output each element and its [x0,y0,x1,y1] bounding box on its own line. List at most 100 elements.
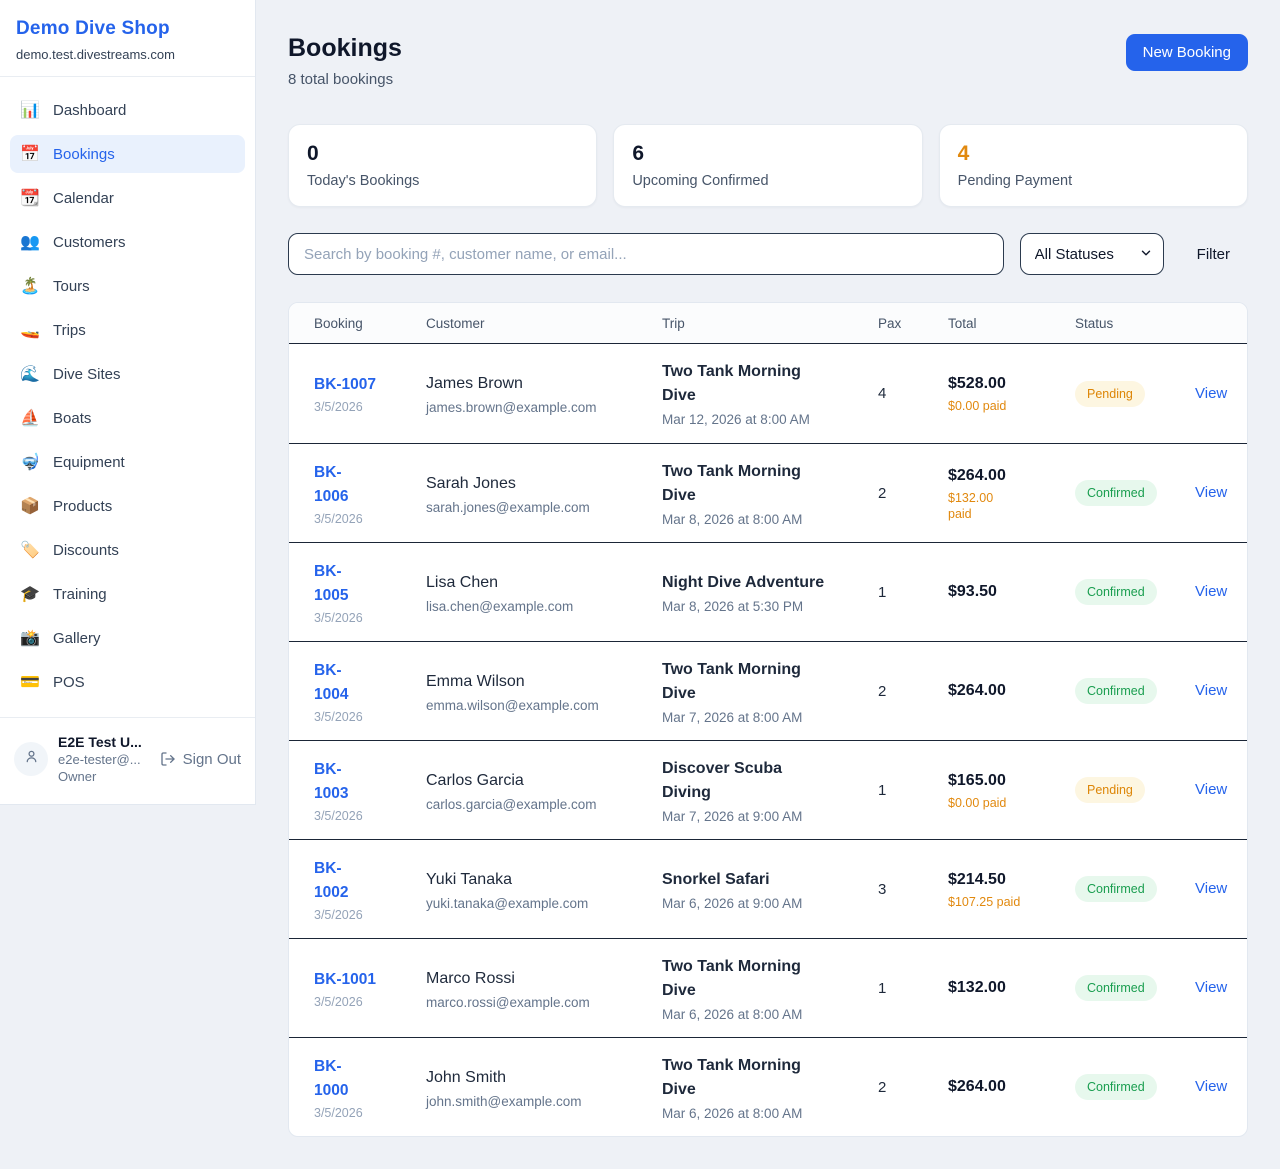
sidebar-item-products[interactable]: 📦Products [10,487,245,525]
sidebar-item-label: Trips [53,322,86,339]
total-amount: $264.00 [948,1076,1075,1098]
customer-email: emma.wilson@example.com [426,698,662,713]
booking-id-link[interactable]: BK-1001 [314,971,376,988]
sidebar-item-label: Tours [53,278,90,295]
trip-cell: Two Tank MorningDive Mar 6, 2026 at 8:00… [662,955,878,1022]
sidebar-item-dashboard[interactable]: 📊 Dashboard [10,91,245,129]
table-row: BK-1000 3/5/2026 John Smith john.smith@e… [289,1037,1247,1136]
paid-amount: $107.25 paid [948,894,1075,910]
table-row: BK-1001 3/5/2026 Marco Rossi marco.rossi… [289,938,1247,1037]
pax-count: 1 [878,584,948,601]
shop-name: Demo Dive Shop [16,18,239,40]
booking-cell: BK-1000 3/5/2026 [314,1055,426,1120]
booking-id-link[interactable]: BK-1004 [314,662,348,703]
booking-id-link[interactable]: BK-1005 [314,563,348,604]
total-cell: $214.50 $107.25 paid [948,869,1075,910]
view-booking-link[interactable]: View [1195,979,1227,996]
view-booking-link[interactable]: View [1195,385,1227,402]
status-badge: Confirmed [1075,1074,1157,1100]
column-header-status: Status [1075,316,1195,331]
view-booking-link[interactable]: View [1195,1078,1227,1095]
booking-cell: BK-1001 3/5/2026 [314,968,426,1009]
view-booking-link[interactable]: View [1195,880,1227,897]
sidebar-item-customers[interactable]: 👥Customers [10,223,245,261]
person-icon [23,748,40,770]
view-booking-link[interactable]: View [1195,583,1227,600]
customer-name: Sarah Jones [426,472,662,496]
filter-button[interactable]: Filter [1197,246,1230,263]
trip-cell: Night Dive Adventure Mar 8, 2026 at 5:30… [662,571,878,614]
title-block: Bookings 8 total bookings [288,34,402,88]
paid-amount: $0.00 paid [948,398,1075,414]
view-booking-link[interactable]: View [1195,682,1227,699]
stat-card-upcoming-confirmed: 6 Upcoming Confirmed [613,124,922,207]
booking-cell: BK-1002 3/5/2026 [314,857,426,922]
sidebar-item-bookings[interactable]: 📅Bookings [10,135,245,173]
sign-out-button[interactable]: Sign Out [160,751,241,768]
sidebar-item-label: Dashboard [53,102,126,119]
sidebar-item-gallery[interactable]: 📸Gallery [10,619,245,657]
table-row: BK-1006 3/5/2026 Sarah Jones sarah.jones… [289,443,1247,542]
booking-id-link[interactable]: BK-1000 [314,1058,348,1099]
search-input[interactable] [288,233,1004,275]
column-header-customer: Customer [426,316,662,331]
booking-id-link[interactable]: BK-1007 [314,376,376,393]
total-cell: $132.00 [948,977,1075,999]
table-row: BK-1003 3/5/2026 Carlos Garcia carlos.ga… [289,740,1247,839]
status-cell: Confirmed [1075,480,1195,506]
calendar-icon: 📅 [20,144,40,164]
actions-cell: View [1195,979,1231,997]
booking-id-link[interactable]: BK-1003 [314,761,348,802]
diving-mask-icon: 🤿 [20,452,40,472]
sidebar-item-training[interactable]: 🎓Training [10,575,245,613]
pax-count: 1 [878,782,948,799]
bar-chart-icon: 📊 [20,100,40,120]
sidebar-item-label: Equipment [53,454,125,471]
actions-cell: View [1195,880,1231,898]
total-cell: $264.00 $132.00paid [948,465,1075,522]
sidebar-item-pos[interactable]: 💳POS [10,663,245,701]
customer-email: carlos.garcia@example.com [426,797,662,812]
booking-id-link[interactable]: BK-1006 [314,464,348,505]
paid-amount: $132.00paid [948,490,1075,522]
sidebar-item-calendar[interactable]: 📆Calendar [10,179,245,217]
sidebar: Demo Dive Shop demo.test.divestreams.com… [0,0,256,805]
view-booking-link[interactable]: View [1195,781,1227,798]
stat-label: Today's Bookings [307,173,578,189]
sidebar-item-trips[interactable]: 🚤Trips [10,311,245,349]
pax-count: 4 [878,385,948,402]
total-bookings-count: 8 total bookings [288,71,402,88]
view-booking-link[interactable]: View [1195,484,1227,501]
status-select-wrap: All Statuses [1020,233,1164,275]
sidebar-item-dive-sites[interactable]: 🌊Dive Sites [10,355,245,393]
main-content: Bookings 8 total bookings New Booking 0 … [256,0,1280,1169]
stat-label: Pending Payment [958,173,1229,189]
total-amount: $214.50 [948,869,1075,891]
island-icon: 🏝️ [20,276,40,296]
customer-name: Lisa Chen [426,571,662,595]
status-select[interactable]: All Statuses [1020,233,1164,275]
status-cell: Confirmed [1075,678,1195,704]
customer-cell: Marco Rossi marco.rossi@example.com [426,967,662,1010]
sidebar-item-label: Gallery [53,630,101,647]
booking-cell: BK-1003 3/5/2026 [314,758,426,823]
sidebar-item-tours[interactable]: 🏝️ Tours [10,267,245,305]
sidebar-item-equipment[interactable]: 🤿 Equipment [10,443,245,481]
booking-cell: BK-1006 3/5/2026 [314,461,426,526]
sidebar-item-boats[interactable]: ⛵Boats [10,399,245,437]
customer-name: Carlos Garcia [426,769,662,793]
sidebar-item-discounts[interactable]: 🏷️Discounts [10,531,245,569]
trip-cell: Two Tank MorningDive Mar 6, 2026 at 8:00… [662,1054,878,1121]
trip-cell: Snorkel Safari Mar 6, 2026 at 9:00 AM [662,868,878,911]
trip-cell: Two Tank MorningDive Mar 12, 2026 at 8:0… [662,360,878,427]
status-badge: Confirmed [1075,876,1157,902]
status-cell: Confirmed [1075,975,1195,1001]
new-booking-button[interactable]: New Booking [1126,34,1248,71]
booking-id-link[interactable]: BK-1002 [314,860,348,901]
people-icon: 👥 [20,232,40,252]
pax-count: 2 [878,485,948,502]
status-cell: Confirmed [1075,579,1195,605]
sidebar-footer: E2E Test U... e2e-tester@... Owner Sign … [0,717,255,804]
paid-amount: $0.00 paid [948,795,1075,811]
actions-cell: View [1195,682,1231,700]
